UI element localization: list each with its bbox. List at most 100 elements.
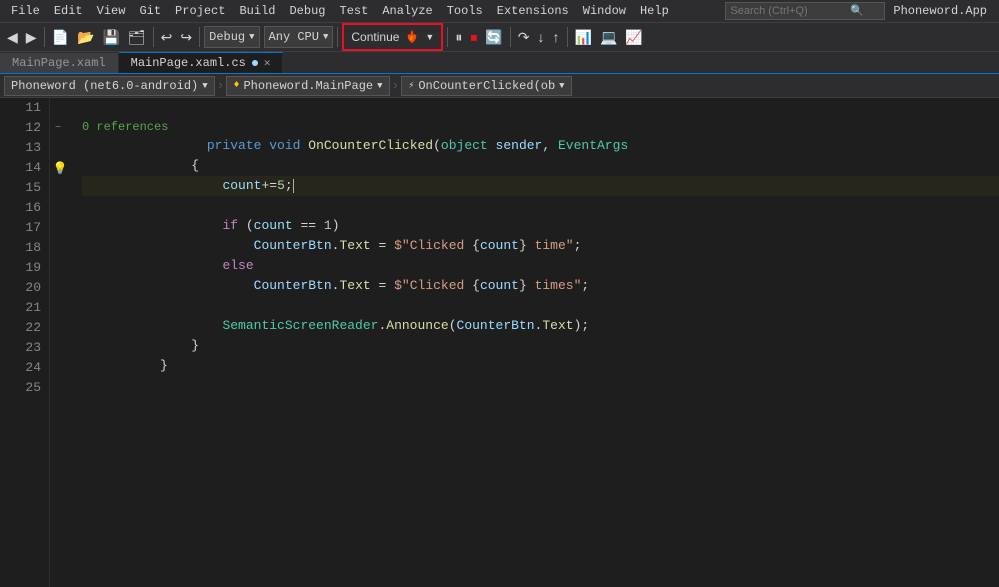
line-num-22: 22	[8, 318, 41, 338]
sep5	[447, 27, 448, 47]
save-all-btn[interactable]: 🗂	[125, 25, 149, 49]
menu-debug[interactable]: Debug	[282, 2, 332, 20]
code-line-14: count+=5;	[82, 176, 999, 196]
gutter-14: 💡	[50, 158, 70, 178]
search-input[interactable]	[730, 5, 850, 17]
nav-sep1: ›	[215, 78, 227, 93]
gutter-15	[50, 178, 70, 198]
save-btn[interactable]: 💾	[99, 25, 122, 49]
member-name: OnCounterClicked(ob	[418, 79, 555, 93]
debug-config-arrow: ▼	[249, 32, 254, 42]
sep7	[567, 27, 568, 47]
line-num-17: 17	[8, 218, 41, 238]
tab-bar: MainPage.xaml MainPage.xaml.cs ✕	[0, 52, 999, 74]
step-out-btn[interactable]: ↑	[550, 25, 563, 49]
menu-git[interactable]: Git	[132, 2, 168, 20]
continue-label: Continue	[351, 30, 399, 44]
memory-btn[interactable]: 💻	[597, 25, 620, 49]
continue-button[interactable]: Continue ▼	[345, 25, 440, 49]
line-num-16: 16	[8, 198, 41, 218]
project-dropdown[interactable]: Phoneword (net6.0-android) ▼	[4, 76, 215, 96]
gutter-25	[50, 378, 70, 398]
tab-close-btn[interactable]: ✕	[264, 56, 271, 70]
performance-btn[interactable]: 📊	[572, 25, 595, 49]
cpu-usage-btn[interactable]: 📈	[622, 25, 645, 49]
menu-search-box[interactable]: 🔍	[725, 2, 885, 20]
menu-analyze[interactable]: Analyze	[375, 2, 439, 20]
debug-config-label: Debug	[209, 30, 245, 44]
menu-build[interactable]: Build	[232, 2, 282, 20]
collapse-12[interactable]: −	[55, 123, 61, 134]
tab-cs-label: MainPage.xaml.cs	[131, 56, 246, 70]
ref-label: 0 references	[82, 118, 999, 136]
cursor	[293, 179, 294, 193]
class-dropdown[interactable]: ♦ Phoneword.MainPage ▼	[226, 76, 389, 96]
cpu-label: Any CPU	[269, 30, 319, 44]
sep1	[44, 27, 45, 47]
sep3	[199, 27, 200, 47]
menu-test[interactable]: Test	[333, 2, 376, 20]
flame-icon	[403, 28, 421, 46]
menu-tools[interactable]: Tools	[440, 2, 490, 20]
code-area: 11 12 13 14 15 16 17 18 19 20 21 22 23 2…	[0, 98, 999, 587]
menu-file[interactable]: File	[4, 2, 47, 20]
nav-bar: Phoneword (net6.0-android) ▼ › ♦ Phonewo…	[0, 74, 999, 98]
line-num-21: 21	[8, 298, 41, 318]
search-icon: 🔍	[850, 4, 864, 18]
code-line-25	[82, 396, 999, 416]
step-into-btn[interactable]: ↓	[535, 25, 548, 49]
tab-cs[interactable]: MainPage.xaml.cs ✕	[119, 52, 284, 73]
menu-view[interactable]: View	[90, 2, 133, 20]
pause-btn[interactable]: ⏸	[452, 25, 465, 49]
code-line-19: CounterBtn.Text = $"Clicked {count} time…	[82, 276, 999, 296]
gutter-16	[50, 198, 70, 218]
code-content[interactable]: 0 references private void OnCounterClick…	[70, 98, 999, 587]
menu-help[interactable]: Help	[633, 2, 676, 20]
code-line-21: SemanticScreenReader.Announce(CounterBtn…	[82, 316, 999, 336]
tab-xaml[interactable]: MainPage.xaml	[0, 53, 119, 73]
hot-button-wrapper: Continue ▼	[342, 23, 443, 51]
code-line-11	[82, 98, 999, 118]
lightbulb-14[interactable]: 💡	[53, 161, 68, 176]
line-numbers: 11 12 13 14 15 16 17 18 19 20 21 22 23 2…	[0, 98, 50, 587]
cpu-dropdown[interactable]: Any CPU ▼	[264, 26, 334, 48]
undo-btn[interactable]: ↩	[158, 25, 176, 49]
toolbar: ◀ ▶ 📄 📂 💾 🗂 ↩ ↪ Debug ▼ Any CPU ▼ Contin…	[0, 22, 999, 52]
gutter: − 💡	[50, 98, 70, 587]
code-line-12-group: 0 references private void OnCounterClick…	[82, 118, 999, 156]
line-num-23: 23	[8, 338, 41, 358]
line-num-14: 14	[8, 158, 41, 178]
restart-btn[interactable]: 🔄	[482, 25, 505, 49]
open-btn[interactable]: 📂	[74, 25, 97, 49]
menu-extensions[interactable]: Extensions	[490, 2, 576, 20]
member-dropdown[interactable]: ⚡ OnCounterClicked(ob ▼	[401, 76, 571, 96]
line-num-13: 13	[8, 138, 41, 158]
gutter-17	[50, 218, 70, 238]
menu-window[interactable]: Window	[576, 2, 633, 20]
class-icon: ♦	[233, 80, 239, 91]
sep4	[337, 27, 338, 47]
code-line-23: }	[82, 356, 999, 376]
tab-xaml-label: MainPage.xaml	[12, 56, 106, 70]
stop-btn[interactable]: ⏹	[467, 25, 480, 49]
gutter-22	[50, 318, 70, 338]
new-file-btn[interactable]: 📄	[49, 25, 72, 49]
back-btn[interactable]: ◀	[4, 25, 21, 49]
gutter-13	[50, 138, 70, 158]
menu-bar: File Edit View Git Project Build Debug T…	[0, 0, 999, 22]
gutter-20	[50, 278, 70, 298]
line-num-18: 18	[8, 238, 41, 258]
app-name: Phoneword.App	[885, 4, 995, 18]
forward-btn[interactable]: ▶	[23, 25, 40, 49]
debug-config-dropdown[interactable]: Debug ▼	[204, 26, 259, 48]
redo-btn[interactable]: ↪	[177, 25, 195, 49]
line-num-15: 15	[8, 178, 41, 198]
gutter-19	[50, 258, 70, 278]
project-name: Phoneword (net6.0-android)	[11, 79, 198, 93]
menu-edit[interactable]: Edit	[47, 2, 90, 20]
menu-project[interactable]: Project	[168, 2, 232, 20]
member-arrow: ▼	[559, 81, 564, 91]
step-over-btn[interactable]: ↷	[515, 25, 533, 49]
code-line-24	[82, 376, 999, 396]
gutter-18	[50, 238, 70, 258]
